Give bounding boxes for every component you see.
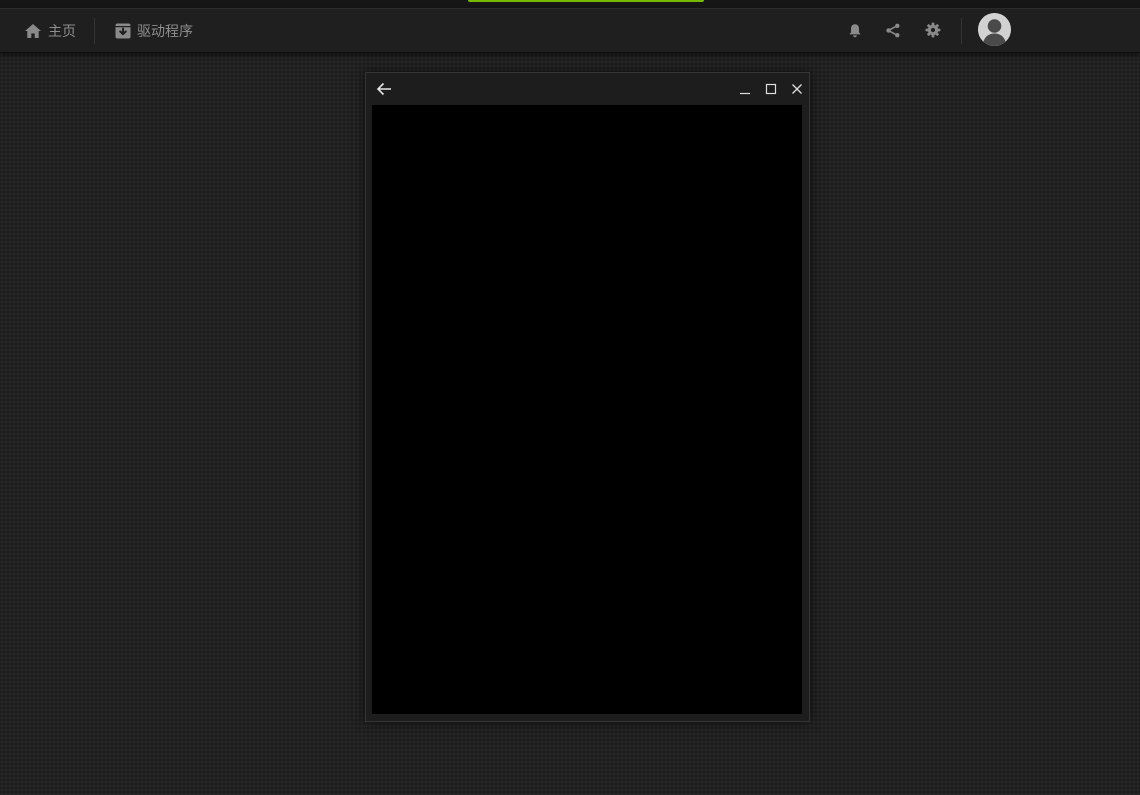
close-icon[interactable] bbox=[787, 79, 807, 99]
popup-content-area bbox=[372, 105, 802, 714]
top-accent-bar bbox=[468, 0, 704, 2]
user-avatar-icon[interactable] bbox=[978, 13, 1011, 46]
nav-drivers-label: 驱动程序 bbox=[137, 23, 193, 40]
navbar: 主页 驱动程序 bbox=[0, 8, 1140, 53]
app-window: 主页 驱动程序 bbox=[0, 0, 1140, 795]
nav-drivers[interactable]: 驱动程序 bbox=[115, 9, 193, 52]
bell-icon[interactable] bbox=[845, 20, 865, 40]
popup-titlebar bbox=[366, 73, 809, 105]
popup-window bbox=[365, 72, 810, 722]
gear-icon[interactable] bbox=[923, 20, 943, 40]
arrow-left-icon[interactable] bbox=[374, 79, 394, 99]
share-icon[interactable] bbox=[883, 20, 903, 40]
top-strip bbox=[0, 0, 1140, 8]
nav-divider bbox=[961, 18, 962, 44]
driver-package-icon bbox=[115, 23, 131, 39]
nav-home-label: 主页 bbox=[48, 23, 76, 40]
home-icon bbox=[24, 23, 42, 39]
maximize-icon[interactable] bbox=[761, 79, 781, 99]
minimize-icon[interactable] bbox=[735, 79, 755, 99]
nav-home[interactable]: 主页 bbox=[24, 9, 76, 52]
nav-divider bbox=[94, 18, 95, 44]
